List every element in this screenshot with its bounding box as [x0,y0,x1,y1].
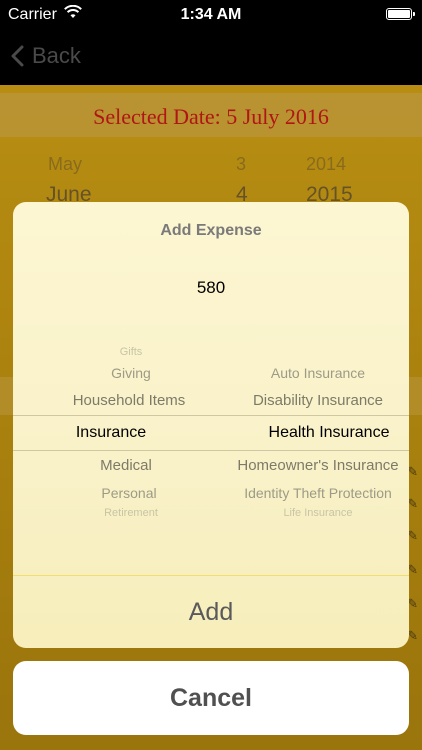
category-option[interactable]: Retirement [51,507,211,519]
clock: 1:34 AM [180,6,242,23]
subcategory-option[interactable]: Homeowner's Insurance [213,457,409,474]
chevron-left-icon [11,45,24,67]
category-option[interactable]: Giving [51,365,211,381]
category-option[interactable]: Medical [51,457,201,474]
cancel-button[interactable]: Cancel [13,661,409,735]
subcategory-option[interactable]: Disability Insurance [213,392,409,409]
picker-selection-line-bottom [13,450,409,451]
back-button[interactable]: Back [10,40,81,72]
category-option-selected[interactable]: Insurance [31,424,191,442]
subcategory-option[interactable]: Auto Insurance [213,365,409,381]
back-label: Back [32,43,81,68]
picker-selection-line-top [13,415,409,416]
subcategory-option-selected[interactable]: Health Insurance [223,424,409,442]
status-bar: Carrier 1:34 AM [0,0,422,30]
amount-value: 580 [196,278,226,297]
category-option[interactable]: Gifts [51,346,211,358]
battery-icon [386,8,415,20]
category-option[interactable]: Household Items [31,392,227,409]
subcategory-option[interactable]: Life Insurance [213,507,409,519]
add-button[interactable]: Add [13,576,409,648]
category-option[interactable]: Personal [51,485,207,501]
nav-bar: Back [0,30,422,85]
add-expense-sheet: Add Expense 580 Gifts Giving Household I… [13,202,409,648]
sheet-title: Add Expense [160,222,262,239]
subcategory-option[interactable]: Identity Theft Protection [213,485,409,501]
category-picker[interactable]: Gifts Giving Household Items Insurance M… [13,342,409,519]
